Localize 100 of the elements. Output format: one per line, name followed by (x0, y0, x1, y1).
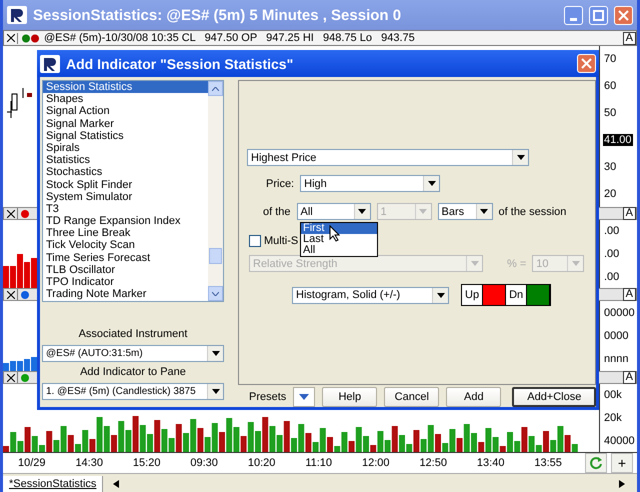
indicator-item[interactable]: TLB Oscillator (43, 264, 208, 276)
caret-icon (516, 155, 524, 160)
autoscale-toggle[interactable]: A (622, 371, 636, 384)
indicator-item[interactable]: Time Series Forecast (43, 252, 208, 264)
candlestick-drawing (6, 88, 32, 118)
close-icon (6, 34, 14, 42)
refresh-icon (589, 456, 603, 470)
axis-label: 60 (603, 80, 618, 92)
close-icon (618, 10, 629, 20)
indicator-item[interactable]: Tick Velocity Scan (43, 239, 208, 252)
quote-summary: @ES# (5m)-10/30/08 10:35 CL 947.50 OP 947.25 HI 948.75 Lo 943.75 (44, 32, 416, 44)
caret-icon (428, 181, 436, 186)
sheet-tab[interactable]: *SessionStatistics (3, 476, 104, 492)
minimize-button[interactable] (564, 6, 583, 24)
caret-icon (470, 261, 478, 266)
dropdown[interactable]: Histogram, Solid (+/-) (292, 286, 449, 304)
dropdown[interactable]: High (300, 175, 440, 192)
scroll-down-icon[interactable] (212, 292, 219, 296)
close-pane-button[interactable] (4, 208, 18, 219)
field-label: Add Indicator to Pane (79, 366, 187, 378)
close-pane-button[interactable] (4, 289, 18, 300)
caret-icon (212, 351, 220, 356)
field-label: of the (263, 206, 291, 218)
scrollbar[interactable] (208, 81, 223, 301)
indicator-item[interactable]: Session Statistics (43, 81, 208, 94)
scroll-up-icon[interactable] (212, 86, 219, 90)
indicator-item[interactable]: Signal Action (43, 105, 208, 118)
axis-label: 20 (603, 188, 618, 200)
close-icon (6, 210, 14, 218)
close-pane-button[interactable] (4, 372, 18, 383)
dropdown[interactable]: Highest Price (247, 149, 529, 166)
indicator-item[interactable]: Trading Note Marker (43, 288, 208, 300)
caret-icon (358, 209, 366, 214)
indicator-item[interactable]: Stock Split Finder (43, 178, 208, 191)
time-label: 13:55 (534, 457, 562, 469)
indicator-item[interactable]: Statistics (43, 154, 208, 166)
presets-dropdown-button[interactable] (293, 387, 316, 407)
indicator-item[interactable]: Three Line Break (43, 227, 208, 240)
dropdown-option[interactable]: Last (301, 234, 377, 245)
indicator-item[interactable]: T3 (43, 202, 208, 216)
dropdown[interactable]: Bars (438, 203, 493, 220)
close-button[interactable] (577, 54, 596, 73)
color-swatch[interactable] (526, 285, 550, 305)
time-label: 11:10 (305, 457, 332, 469)
indicator-item[interactable]: Spirals (43, 142, 208, 154)
indicator-item[interactable]: Stochastics (43, 166, 208, 178)
axis-label: nnnn (603, 353, 630, 366)
dropdown[interactable]: All (296, 203, 371, 220)
checkbox-label: Multi-S (264, 235, 298, 247)
axis-label: 70 (603, 53, 618, 66)
maximize-button[interactable] (589, 6, 608, 24)
dropdown[interactable]: @ES# (AUTO:31:5m) (42, 345, 224, 362)
time-label: 09:30 (190, 457, 218, 469)
app-logo-icon (40, 54, 60, 72)
close-pane-button[interactable] (4, 32, 18, 44)
refresh-button[interactable] (585, 453, 607, 473)
time-label: 10/29 (18, 457, 46, 469)
time-label: 15:20 (132, 457, 160, 469)
traffic-dots-icon (22, 34, 40, 42)
dropdown-option[interactable]: All (301, 245, 377, 256)
indicator-item[interactable]: Shapes (43, 93, 208, 106)
dropdown[interactable]: 1. @ES# (5m) (Candlestick) 3875 (42, 383, 224, 400)
autoscale-toggle[interactable]: A (622, 207, 636, 220)
zoom-in-button[interactable]: + (611, 453, 633, 473)
autoscale-toggle[interactable]: A (622, 288, 636, 301)
axis-label: 00000 (603, 306, 636, 319)
indicator-item[interactable]: Signal Statistics (43, 130, 208, 142)
caret-icon (480, 209, 488, 214)
time-label: 13:40 (476, 457, 504, 469)
autoscale-toggle[interactable]: A (622, 32, 636, 44)
dialog-button[interactable]: Cancel (384, 387, 440, 407)
caret-icon (572, 261, 580, 266)
axis-label: 00k (603, 389, 623, 402)
time-label: 10:20 (248, 457, 276, 469)
close-icon (581, 58, 592, 69)
indicator-item[interactable]: System Simulator (43, 190, 208, 203)
dialog-button[interactable]: Help (322, 387, 378, 407)
axis-label: .00 (603, 248, 620, 260)
indicator-item[interactable]: TPO Indicator (43, 276, 208, 288)
axis-label: 41.00 (603, 134, 633, 146)
color-swatch[interactable] (482, 285, 506, 305)
app-logo-icon (7, 6, 27, 24)
close-button[interactable] (614, 6, 633, 24)
caret-icon (299, 394, 310, 400)
checkbox[interactable] (249, 235, 261, 247)
close-icon (6, 290, 14, 298)
minimize-icon (570, 18, 577, 20)
dropdown-option[interactable]: First (301, 223, 377, 234)
axis-label: 0000 (603, 330, 630, 342)
axis-label: 40000 (603, 434, 636, 447)
dialog-button[interactable]: Add (446, 387, 502, 407)
dialog-button[interactable]: Add+Close (512, 387, 596, 407)
field-label: Associated Instrument (78, 328, 188, 340)
color-label: Dn (506, 285, 526, 305)
window-title: SessionStatistics: @ES# (5m) 5 Minutes , Session 0 (33, 6, 402, 24)
dialog-title: Add Indicator "Session Statistics" (66, 56, 294, 72)
indicator-item[interactable]: TD Range Expansion Index (43, 215, 208, 228)
caret-icon (436, 292, 444, 298)
indicator-item[interactable]: Signal Marker (43, 118, 208, 130)
scrollbar-thumb[interactable] (209, 248, 222, 264)
